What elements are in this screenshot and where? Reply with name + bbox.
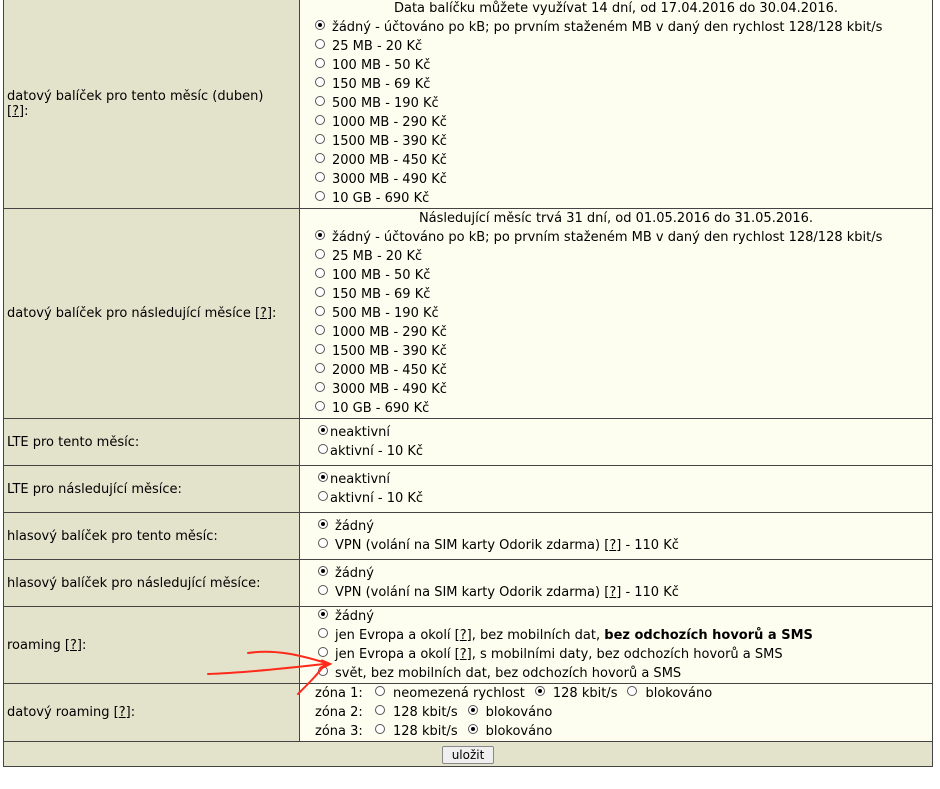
help-link[interactable]: ?: [260, 306, 267, 321]
options-data-roaming: zóna 1: neomezená rychlost 128 kbit/s bl…: [299, 683, 933, 742]
radio-roaming-0[interactable]: [318, 608, 328, 619]
radio-data-next-months-9[interactable]: [315, 400, 325, 411]
help-link[interactable]: ?: [609, 536, 616, 555]
radio-data-next-months-6[interactable]: [315, 343, 325, 354]
radio-data-next-months-7[interactable]: [315, 362, 325, 373]
options-lte-next-months: neaktivní aktivní - 10 Kč: [299, 465, 933, 513]
radio-zone1-unlimited[interactable]: [375, 685, 385, 696]
zone-3: zóna 3: 128 kbit/s blokováno: [315, 723, 553, 739]
radio-zone3-blocked[interactable]: [467, 723, 478, 734]
radio-voice-this-month-1[interactable]: [318, 537, 328, 548]
radio-roaming-1[interactable]: [318, 627, 328, 638]
radio-data-next-months-4[interactable]: [315, 305, 325, 316]
radio-data-next-months-5[interactable]: [315, 324, 325, 335]
radio-data-this-month-9[interactable]: [315, 190, 325, 201]
row-data-roaming: datový roaming [?]: zóna 1: neomezená ry…: [3, 683, 933, 742]
row-voice-next-months: hlasový balíček pro následující měsíce: …: [3, 559, 933, 607]
row-footer: uložit: [3, 741, 933, 767]
options-voice-next-months: žádný VPN (volání na SIM karty Odorik zd…: [299, 559, 933, 607]
radio-data-next-months-8[interactable]: [315, 381, 325, 392]
zone-1: zóna 1: neomezená rychlost 128 kbit/s bl…: [315, 685, 713, 701]
radio-lte-this-month-0[interactable]: [318, 424, 328, 435]
help-link[interactable]: ?: [70, 638, 77, 653]
radio-data-this-month-6[interactable]: [315, 133, 325, 144]
radio-zone1-blocked[interactable]: [627, 685, 638, 696]
radio-data-this-month-8[interactable]: [315, 171, 325, 182]
help-link[interactable]: ?: [460, 645, 467, 664]
radio-voice-next-months-0[interactable]: [318, 565, 328, 576]
radio-roaming-3[interactable]: [318, 665, 328, 676]
radio-lte-next-months-0[interactable]: [318, 471, 328, 482]
radio-voice-next-months-1[interactable]: [318, 584, 328, 595]
row-voice-this-month: hlasový balíček pro tento měsíc: žádný V…: [3, 512, 933, 560]
options-data-this-month: Data balíčku můžete využívat 14 dní, od …: [299, 0, 933, 209]
radio-lte-next-months-1[interactable]: [318, 490, 328, 501]
radio-roaming-2[interactable]: [318, 646, 328, 657]
row-data-next-months: datový balíček pro následující měsíce [?…: [3, 208, 933, 419]
options-data-next-months: Následující měsíc trvá 31 dní, od 01.05.…: [299, 208, 933, 419]
label-lte-this-month: LTE pro tento měsíc:: [3, 418, 300, 466]
radio-data-this-month-1[interactable]: [315, 38, 325, 49]
radio-zone3-128[interactable]: [375, 723, 385, 734]
radio-zone1-128[interactable]: [534, 685, 545, 696]
label-roaming: roaming [?]:: [3, 606, 300, 684]
options-roaming: žádný jen Evropa a okolí [?], bez mobiln…: [299, 606, 933, 684]
zone-2: zóna 2: 128 kbit/s blokováno: [315, 704, 553, 720]
radio-data-this-month-4[interactable]: [315, 95, 325, 106]
radio-data-this-month-5[interactable]: [315, 114, 325, 125]
label-voice-next-months: hlasový balíček pro následující měsíce:: [3, 559, 300, 607]
save-button[interactable]: uložit: [441, 745, 495, 764]
label-voice-this-month: hlasový balíček pro tento měsíc:: [3, 512, 300, 560]
settings-form: datový balíček pro tento měsíc (duben) [?…: [3, 0, 933, 767]
help-link[interactable]: ?: [119, 705, 126, 720]
info-data-next-months: Následující měsíc trvá 31 dní, od 01.05.…: [418, 211, 814, 226]
row-roaming: roaming [?]: žádný jen Evropa a okolí [?…: [3, 606, 933, 684]
radio-lte-this-month-1[interactable]: [318, 443, 328, 454]
radio-data-next-months-1[interactable]: [315, 248, 325, 259]
options-voice-this-month: žádný VPN (volání na SIM karty Odorik zd…: [299, 512, 933, 560]
row-lte-this-month: LTE pro tento měsíc: neaktivní aktivní -…: [3, 418, 933, 466]
label-data-next-months: datový balíček pro následující měsíce [?…: [3, 208, 300, 419]
radio-data-this-month-3[interactable]: [315, 76, 325, 87]
row-data-this-month: datový balíček pro tento měsíc (duben) [?…: [3, 0, 933, 209]
radio-data-next-months-2[interactable]: [315, 267, 325, 278]
footer-cell: uložit: [3, 741, 933, 767]
radio-zone2-blocked[interactable]: [467, 704, 478, 715]
label-lte-next-months: LTE pro následující měsíce:: [3, 465, 300, 513]
info-data-this-month: Data balíčku můžete využívat 14 dní, od …: [393, 1, 838, 16]
radio-data-this-month-0[interactable]: [315, 19, 325, 30]
radio-data-next-months-0[interactable]: [315, 229, 325, 240]
radio-data-this-month-2[interactable]: [315, 57, 325, 68]
help-link[interactable]: ?: [609, 583, 616, 602]
radio-zone2-128[interactable]: [375, 704, 385, 715]
help-link[interactable]: ?: [460, 626, 467, 645]
options-lte-this-month: neaktivní aktivní - 10 Kč: [299, 418, 933, 466]
radio-voice-this-month-0[interactable]: [318, 518, 328, 529]
help-link[interactable]: ?: [12, 104, 19, 119]
label-data-this-month: datový balíček pro tento měsíc (duben) [?…: [3, 0, 300, 209]
label-data-roaming: datový roaming [?]:: [3, 683, 300, 742]
row-lte-next-months: LTE pro následující měsíce: neaktivní ak…: [3, 465, 933, 513]
radio-data-next-months-3[interactable]: [315, 286, 325, 297]
radio-data-this-month-7[interactable]: [315, 152, 325, 163]
